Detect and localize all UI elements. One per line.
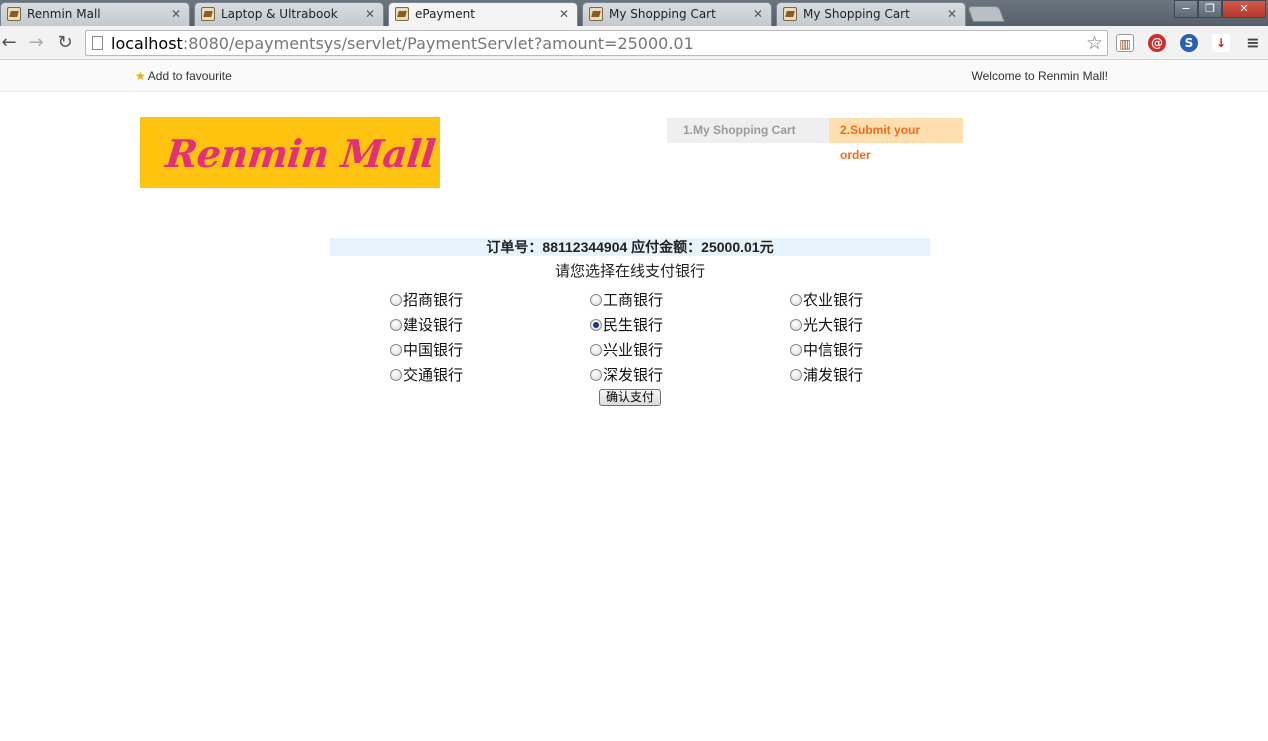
logo-text: Renmin Mall	[163, 131, 438, 176]
bank-label: 建设银行	[403, 316, 464, 334]
bank-select-prompt: 请您选择在线支付银行	[554, 262, 705, 280]
bank-label: 招商银行	[403, 291, 464, 309]
bank-label: 兴业银行	[603, 341, 664, 359]
browser-toolbar: ← → ↻ localhost:8080/epaymentsys/servlet…	[0, 26, 1268, 60]
bank-option[interactable]: 中国银行	[390, 339, 463, 361]
bank-label: 工商银行	[603, 291, 664, 309]
tab-title: ePayment	[415, 7, 475, 21]
bank-option[interactable]: 光大银行	[790, 314, 863, 336]
welcome-text: Welcome to Renmin Mall!	[971, 69, 1109, 83]
site-favicon-icon	[201, 7, 215, 21]
site-favicon-icon	[783, 7, 797, 21]
confirm-payment-button[interactable]: 确认支付	[599, 389, 661, 406]
radio-button[interactable]	[590, 369, 602, 381]
mail-extension-icon[interactable]: @	[1148, 34, 1166, 52]
bank-option[interactable]: 农业银行	[790, 289, 863, 311]
tab-title: My Shopping Cart	[803, 7, 910, 21]
bank-label: 中国银行	[403, 341, 464, 359]
add-favourite-label: Add to favourite	[147, 69, 232, 83]
bank-label: 农业银行	[803, 291, 864, 309]
browser-tab[interactable]: Renmin Mall ✕	[0, 2, 190, 26]
site-favicon-icon	[7, 7, 21, 21]
tab-close-icon[interactable]: ✕	[753, 3, 763, 25]
sync-extension-icon[interactable]: S	[1180, 34, 1198, 52]
close-window-button[interactable]: ✕	[1222, 0, 1266, 18]
site-favicon-icon	[395, 7, 409, 21]
site-logo[interactable]: Renmin Mall	[140, 117, 440, 188]
step-shopping-cart: 1.My Shopping Cart	[667, 118, 829, 143]
bank-option[interactable]: 兴业银行	[590, 339, 663, 361]
site-favicon-icon	[589, 7, 603, 21]
order-summary: 订单号：88112344904 应付金额：25000.01元	[330, 238, 930, 256]
bank-label: 民生银行	[603, 316, 664, 334]
forward-arrow-icon[interactable]: →	[25, 32, 47, 54]
bank-option[interactable]: 深发银行	[590, 364, 663, 386]
step-submit-order: 2.Submit your order	[829, 118, 963, 162]
reload-icon[interactable]: ↻	[54, 32, 76, 54]
reader-extension-icon[interactable]: ▥	[1116, 34, 1134, 52]
bank-option[interactable]: 中信银行	[790, 339, 863, 361]
bank-option[interactable]: 建设银行	[390, 314, 463, 336]
radio-button[interactable]	[790, 369, 802, 381]
bank-label: 深发银行	[603, 366, 664, 384]
bank-label: 光大银行	[803, 316, 864, 334]
browser-tab-strip: Renmin Mall ✕ Laptop & Ultrabook ✕ ePaym…	[0, 0, 1268, 26]
new-tab-button[interactable]	[967, 6, 1005, 22]
minimize-button[interactable]: −	[1174, 0, 1198, 18]
radio-button[interactable]	[390, 369, 402, 381]
bank-label: 交通银行	[403, 366, 464, 384]
tab-title: Renmin Mall	[27, 7, 101, 21]
tab-title: My Shopping Cart	[609, 7, 716, 21]
bank-label: 中信银行	[803, 341, 864, 359]
tab-close-icon[interactable]: ✕	[171, 3, 181, 25]
radio-button[interactable]	[790, 294, 802, 306]
bank-label: 浦发银行	[803, 366, 864, 384]
bank-option[interactable]: 工商银行	[590, 289, 663, 311]
add-favourite-link[interactable]: ★ Add to favourite	[135, 69, 232, 83]
browser-tab[interactable]: My Shopping Cart ✕	[776, 2, 966, 26]
tab-close-icon[interactable]: ✕	[559, 3, 569, 25]
browser-tab[interactable]: Laptop & Ultrabook ✕	[194, 2, 384, 26]
radio-button[interactable]	[390, 319, 402, 331]
radio-button[interactable]	[790, 319, 802, 331]
tab-title: Laptop & Ultrabook	[221, 7, 338, 21]
menu-icon[interactable]: ≡	[1244, 34, 1262, 52]
radio-button-selected[interactable]	[590, 319, 602, 331]
back-arrow-icon[interactable]: ←	[0, 32, 20, 54]
radio-button[interactable]	[590, 294, 602, 306]
bank-option[interactable]: 招商银行	[390, 289, 463, 311]
bookmark-star-icon[interactable]: ☆	[1086, 32, 1103, 54]
download-extension-icon[interactable]: ↓	[1212, 34, 1230, 52]
address-url: localhost:8080/epaymentsys/servlet/Payme…	[111, 34, 694, 53]
radio-button[interactable]	[390, 344, 402, 356]
site-topbar: ★ Add to favourite Welcome to Renmin Mall…	[0, 60, 1268, 92]
radio-button[interactable]	[390, 294, 402, 306]
bank-option[interactable]: 交通银行	[390, 364, 463, 386]
bank-options: 招商银行 工商银行 农业银行 建设银行 民生银行 光大银行 中国银行 兴业银行 …	[390, 289, 930, 389]
browser-tab[interactable]: My Shopping Cart ✕	[582, 2, 772, 26]
radio-button[interactable]	[590, 344, 602, 356]
tab-close-icon[interactable]: ✕	[947, 3, 957, 25]
page-icon	[92, 36, 103, 50]
bank-option[interactable]: 浦发银行	[790, 364, 863, 386]
browser-tab-active[interactable]: ePayment ✕	[388, 2, 578, 26]
tab-close-icon[interactable]: ✕	[365, 3, 375, 25]
page: ★ Add to favourite Welcome to Renmin Mall…	[0, 60, 1268, 741]
restore-button[interactable]: ❐	[1198, 0, 1222, 18]
bank-option[interactable]: 民生银行	[590, 314, 663, 336]
star-icon: ★	[135, 69, 146, 83]
address-bar[interactable]: localhost:8080/epaymentsys/servlet/Payme…	[85, 30, 1108, 56]
checkout-steps: 1.My Shopping Cart 2.Submit your order	[667, 118, 963, 162]
radio-button[interactable]	[790, 344, 802, 356]
